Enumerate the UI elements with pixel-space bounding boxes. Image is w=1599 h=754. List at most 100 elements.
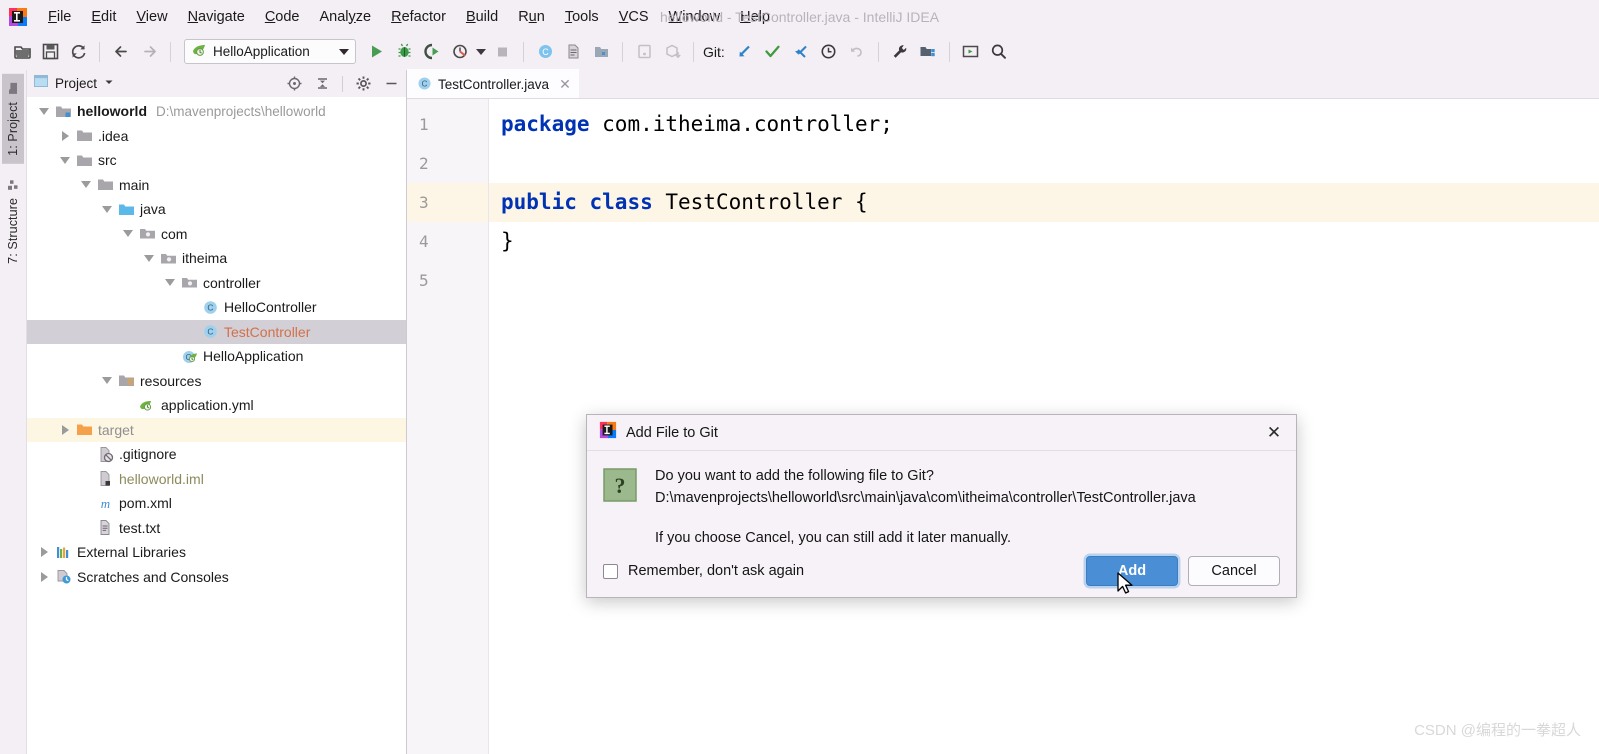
code-line[interactable]: package com.itheima.controller; bbox=[489, 105, 1599, 144]
maven-pom-icon: m bbox=[95, 495, 115, 512]
tree-row[interactable]: helloworld D:\mavenprojects\helloworld bbox=[27, 99, 406, 124]
tree-row[interactable]: controller bbox=[27, 271, 406, 296]
checkbox-box[interactable] bbox=[603, 563, 618, 579]
menu-refactor[interactable]: Refactor bbox=[381, 5, 456, 29]
project-folder-icon bbox=[7, 82, 20, 95]
debug-bug-icon[interactable] bbox=[390, 38, 418, 66]
tree-row[interactable]: External Libraries bbox=[27, 540, 406, 565]
gear-icon[interactable] bbox=[352, 73, 374, 95]
chevron-right-icon[interactable] bbox=[56, 424, 74, 435]
menu-window[interactable]: Window bbox=[659, 5, 731, 29]
tree-row[interactable]: test.txt bbox=[27, 516, 406, 541]
git-history-clock-icon[interactable] bbox=[815, 38, 843, 66]
menu-view[interactable]: View bbox=[126, 5, 177, 29]
chevron-right-icon[interactable] bbox=[35, 571, 53, 582]
compile-class-icon[interactable]: C bbox=[531, 38, 559, 66]
chevron-down-icon[interactable] bbox=[77, 181, 95, 189]
tree-row[interactable]: Scratches and Consoles bbox=[27, 565, 406, 590]
menu-vcs[interactable]: VCS bbox=[609, 5, 659, 29]
menu-code[interactable]: Code bbox=[255, 5, 310, 29]
code-line[interactable] bbox=[489, 144, 1599, 183]
git-commit-check-icon[interactable] bbox=[759, 38, 787, 66]
chevron-down-icon[interactable] bbox=[140, 254, 158, 262]
minimize-icon[interactable] bbox=[380, 73, 402, 95]
git-push-icon[interactable] bbox=[787, 38, 815, 66]
libraries-icon bbox=[53, 544, 73, 561]
remember-choice-checkbox[interactable]: Remember, don't ask again bbox=[603, 563, 804, 579]
close-icon[interactable]: ✕ bbox=[1260, 419, 1288, 447]
chevron-down-icon[interactable] bbox=[339, 48, 349, 55]
tree-row[interactable]: .idea bbox=[27, 124, 406, 149]
menu-file[interactable]: File bbox=[38, 5, 81, 29]
menu-tools[interactable]: Tools bbox=[555, 5, 609, 29]
tree-item-label: .gitignore bbox=[119, 446, 177, 463]
tree-row[interactable]: C HelloController bbox=[27, 295, 406, 320]
save-disk-icon[interactable] bbox=[36, 38, 64, 66]
arrow-right-icon[interactable] bbox=[135, 38, 163, 66]
project-structure-folder-icon[interactable] bbox=[914, 38, 942, 66]
code-line[interactable] bbox=[489, 261, 1599, 300]
editor-tab-testcontroller[interactable]: C TestController.java ✕ bbox=[407, 69, 579, 98]
text-file-icon bbox=[95, 519, 115, 536]
refresh-sync-icon[interactable] bbox=[64, 38, 92, 66]
chevron-down-icon[interactable] bbox=[98, 377, 116, 385]
terminal-window-icon[interactable] bbox=[957, 38, 985, 66]
chevron-down-icon[interactable] bbox=[35, 107, 53, 115]
tree-row[interactable]: itheima bbox=[27, 246, 406, 271]
tree-row[interactable]: java bbox=[27, 197, 406, 222]
menu-build[interactable]: Build bbox=[456, 5, 508, 29]
git-update-arrow-icon[interactable] bbox=[731, 38, 759, 66]
collapse-all-icon[interactable] bbox=[311, 73, 333, 95]
tree-row[interactable]: application.yml bbox=[27, 393, 406, 418]
add-button[interactable]: Add bbox=[1086, 556, 1178, 587]
scroll-from-source-icon[interactable] bbox=[283, 73, 305, 95]
sidebar-item-project[interactable]: 1: Project bbox=[2, 74, 24, 164]
tree-row[interactable]: helloworld.iml bbox=[27, 467, 406, 492]
code-line[interactable]: public class TestController { bbox=[489, 183, 1599, 222]
tree-row[interactable]: target bbox=[27, 417, 406, 442]
scratches-icon bbox=[53, 568, 73, 585]
dialog-title: Add File to Git bbox=[626, 424, 718, 441]
tree-row[interactable]: C TestController bbox=[27, 319, 406, 344]
chevron-down-icon[interactable] bbox=[103, 75, 115, 93]
project-structure-icon[interactable] bbox=[587, 38, 615, 66]
menu-edit[interactable]: Edit bbox=[81, 5, 126, 29]
search-magnifier-icon[interactable] bbox=[985, 38, 1013, 66]
run-play-icon[interactable] bbox=[362, 38, 390, 66]
menu-help[interactable]: Help bbox=[730, 5, 780, 29]
chevron-down-icon[interactable] bbox=[98, 205, 116, 213]
menu-run[interactable]: Run bbox=[508, 5, 555, 29]
project-tree[interactable]: helloworld D:\mavenprojects\helloworld .id… bbox=[27, 97, 406, 754]
tree-row[interactable]: main bbox=[27, 173, 406, 198]
chevron-down-icon[interactable] bbox=[161, 279, 179, 287]
sidebar-item-structure[interactable]: 7: Structure bbox=[2, 170, 24, 272]
tree-row[interactable]: .gitignore bbox=[27, 442, 406, 467]
close-icon[interactable]: ✕ bbox=[559, 76, 571, 93]
document-icon[interactable] bbox=[559, 38, 587, 66]
tree-row[interactable]: com bbox=[27, 222, 406, 247]
svg-text:C: C bbox=[542, 47, 549, 57]
run-configuration-selector[interactable]: HelloApplication bbox=[184, 39, 356, 64]
tree-row[interactable]: src bbox=[27, 148, 406, 173]
menu-analyze[interactable]: Analyze bbox=[310, 5, 382, 29]
open-folder-icon[interactable] bbox=[8, 38, 36, 66]
chevron-right-icon[interactable] bbox=[56, 130, 74, 141]
chevron-right-icon[interactable] bbox=[35, 547, 53, 558]
menu-view-rest: iew bbox=[145, 8, 168, 25]
arrow-left-icon[interactable] bbox=[107, 38, 135, 66]
tree-item-label: controller bbox=[203, 274, 261, 291]
menu-navigate[interactable]: Navigate bbox=[178, 5, 255, 29]
profiler-icon[interactable] bbox=[446, 38, 474, 66]
profiler-dropdown-icon[interactable] bbox=[474, 38, 488, 66]
run-with-coverage-icon[interactable] bbox=[418, 38, 446, 66]
cancel-button[interactable]: Cancel bbox=[1188, 556, 1280, 587]
tree-row[interactable]: C HelloApplication bbox=[27, 344, 406, 369]
tree-row[interactable]: m pom.xml bbox=[27, 491, 406, 516]
wrench-settings-icon[interactable] bbox=[886, 38, 914, 66]
chevron-down-icon[interactable] bbox=[56, 156, 74, 164]
code-text: } bbox=[501, 229, 514, 253]
chevron-down-icon[interactable] bbox=[119, 230, 137, 238]
checkbox-label: Remember, don't ask again bbox=[628, 563, 805, 580]
tree-row[interactable]: resources bbox=[27, 369, 406, 394]
code-line[interactable]: } bbox=[489, 222, 1599, 261]
